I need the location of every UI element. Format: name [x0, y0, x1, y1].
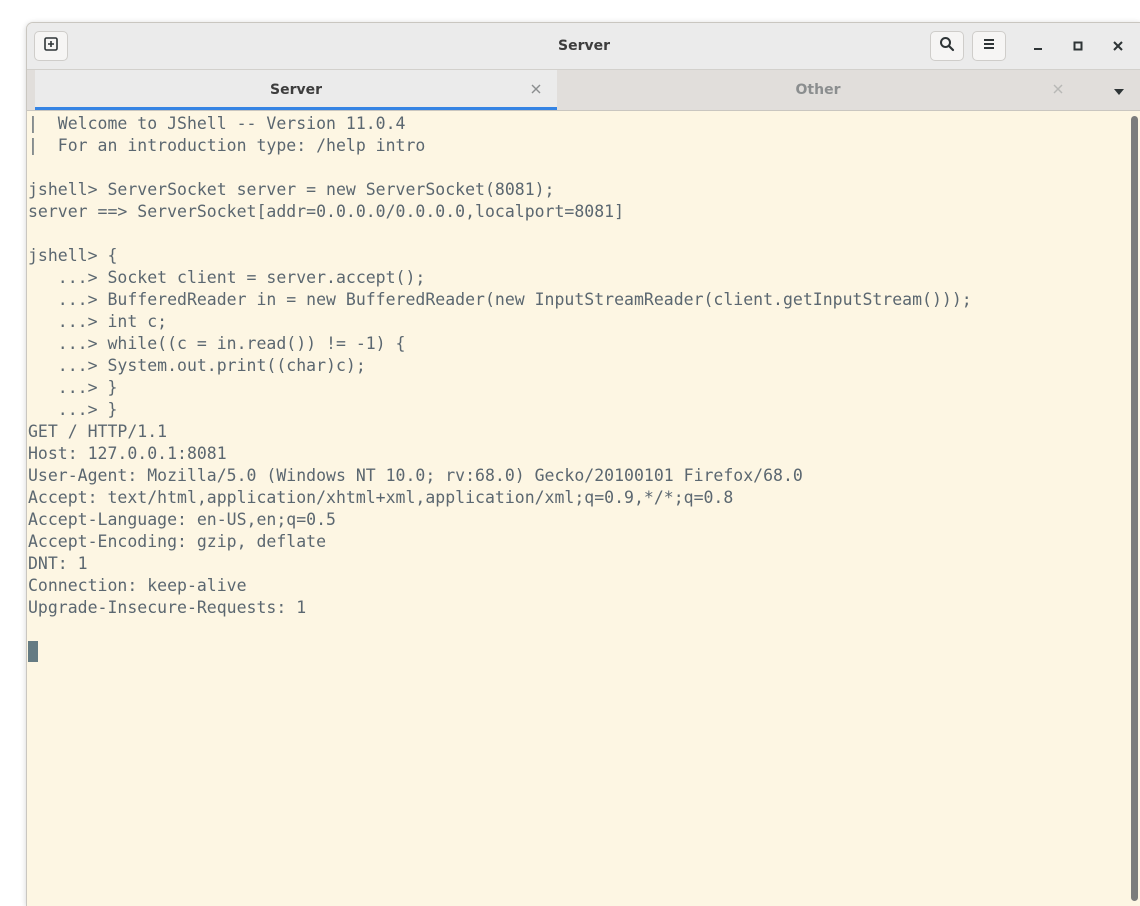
terminal-line: | Welcome to JShell -- Version 11.0.4	[28, 114, 406, 133]
terminal-window: Server Server Other | Welcome to JShell …	[26, 22, 1140, 906]
terminal-view[interactable]: | Welcome to JShell -- Version 11.0.4 | …	[27, 111, 1127, 906]
tab-label: Other	[795, 82, 841, 98]
close-window-button[interactable]	[1105, 33, 1131, 59]
hamburger-menu-icon	[981, 36, 997, 56]
terminal-line: Accept-Language: en-US,en;q=0.5	[28, 510, 336, 529]
tab-close-icon[interactable]	[529, 82, 543, 96]
maximize-icon	[1072, 37, 1084, 56]
terminal-line: ...> BufferedReader in = new BufferedRea…	[28, 290, 972, 309]
tab-other[interactable]: Other	[557, 70, 1079, 110]
terminal-line: | For an introduction type: /help intro	[28, 136, 426, 155]
terminal-scrollbar[interactable]	[1127, 111, 1140, 906]
header-bar: Server	[27, 23, 1140, 70]
scrollbar-thumb[interactable]	[1131, 116, 1138, 901]
search-button[interactable]	[930, 31, 964, 61]
new-tab-icon	[43, 36, 59, 56]
terminal-line: Accept-Encoding: gzip, deflate	[28, 532, 327, 551]
close-icon	[1112, 37, 1124, 56]
terminal-line: jshell> {	[28, 246, 118, 265]
terminal-line: Upgrade-Insecure-Requests: 1	[28, 598, 307, 617]
main-menu-button[interactable]	[972, 31, 1006, 61]
tab-server[interactable]: Server	[35, 70, 557, 110]
search-icon	[939, 36, 955, 56]
tab-label: Server	[269, 82, 322, 98]
terminal-line: ...> Socket client = server.accept();	[28, 268, 426, 287]
terminal-line: ...> while((c = in.read()) != -1) {	[28, 334, 406, 353]
terminal-line: Connection: keep-alive	[28, 576, 247, 595]
terminal-cursor	[28, 641, 38, 662]
maximize-button[interactable]	[1065, 33, 1091, 59]
new-tab-button[interactable]	[34, 31, 68, 61]
terminal-line: Accept: text/html,application/xhtml+xml,…	[28, 488, 734, 507]
terminal-line: ...> int c;	[28, 312, 168, 331]
terminal-line: Host: 127.0.0.1:8081	[28, 444, 227, 463]
tab-bar: Server Other	[27, 70, 1140, 111]
terminal-line: GET / HTTP/1.1	[28, 422, 168, 441]
chevron-down-icon	[1113, 81, 1125, 100]
terminal-line: DNT: 1	[28, 554, 88, 573]
tab-list-dropdown[interactable]	[1109, 82, 1129, 98]
terminal-line: ...> }	[28, 378, 118, 397]
terminal-line: server ==> ServerSocket[addr=0.0.0.0/0.0…	[28, 202, 625, 221]
tab-close-icon[interactable]	[1051, 82, 1065, 96]
terminal-line: ...> System.out.print((char)c);	[28, 356, 366, 375]
minimize-icon	[1032, 37, 1044, 56]
terminal-output: | Welcome to JShell -- Version 11.0.4 | …	[28, 113, 972, 619]
terminal-line: jshell> ServerSocket server = new Server…	[28, 180, 555, 199]
terminal-line: ...> }	[28, 400, 118, 419]
terminal-line: User-Agent: Mozilla/5.0 (Windows NT 10.0…	[28, 466, 803, 485]
minimize-button[interactable]	[1025, 33, 1051, 59]
